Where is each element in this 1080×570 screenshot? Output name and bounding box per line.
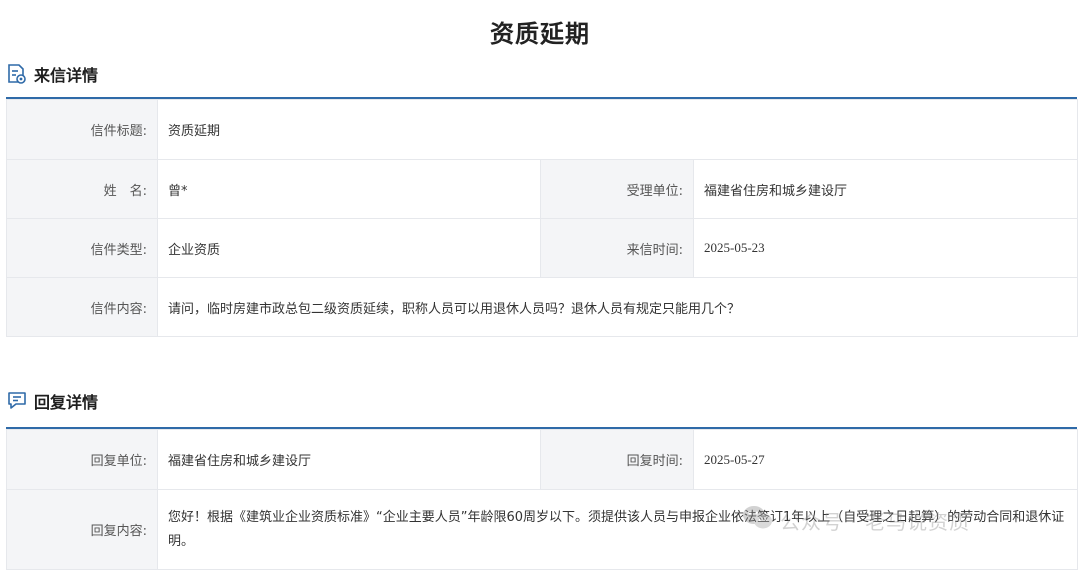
letter-section-header: 来信详情 [6,62,98,86]
letter-section-title: 来信详情 [34,66,99,85]
table-row: 信件标题: 资质延期 [6,99,1079,160]
letter-content-value: 请问，临时房建市政总包二级资质延续，职称人员可以用退休人员吗？退休人员有规定只能… [156,277,1079,337]
reply-content-label: 回复内容: [6,489,158,570]
reply-section-header: 回复详情 [6,389,98,413]
chat-bubble-icon [6,390,28,412]
reply-time-label: 回复时间: [540,429,694,490]
letter-content-label: 信件内容: [6,277,158,337]
reply-unit-value: 福建省住房和城乡建设厅 [157,429,541,490]
handling-unit-value: 福建省住房和城乡建设厅 [692,159,1079,219]
table-row: 姓 名: 曾* 受理单位: 福建省住房和城乡建设厅 [6,159,1079,219]
document-eye-icon [6,63,28,85]
letter-title-value: 资质延期 [156,99,1079,160]
reply-unit-label: 回复单位: [6,429,158,490]
page-title: 资质延期 [490,20,590,48]
sender-name-label: 姓 名: [6,159,158,219]
table-row: 回复单位: 福建省住房和城乡建设厅 回复时间: 2025-05-27 [6,429,1078,490]
reply-time-value: 2025-05-27 [693,429,1078,490]
handling-unit-label: 受理单位: [540,159,694,219]
letter-time-label: 来信时间: [540,218,694,278]
letter-details-table: 信件标题: 资质延期 姓 名: 曾* 受理单位: 福建省住房和城乡建设厅 信件类… [6,99,1079,337]
sender-name-value: 曾* [157,159,541,219]
reply-section-title: 回复详情 [34,393,99,412]
letter-time-value: 2025-05-23 [692,218,1079,278]
reply-details-table: 回复单位: 福建省住房和城乡建设厅 回复时间: 2025-05-27 回复内容:… [6,429,1078,570]
table-row: 信件类型: 企业资质 来信时间: 2025-05-23 [6,218,1079,278]
letter-type-label: 信件类型: [6,218,158,278]
table-row: 回复内容: 您好！根据《建筑业企业资质标准》“企业主要人员”年龄限60周岁以下。… [6,489,1078,570]
letter-title-label: 信件标题: [6,99,158,160]
letter-type-value: 企业资质 [157,218,541,278]
reply-content-value: 您好！根据《建筑业企业资质标准》“企业主要人员”年龄限60周岁以下。须提供该人员… [157,489,1078,570]
table-row: 信件内容: 请问，临时房建市政总包二级资质延续，职称人员可以用退休人员吗？退休人… [6,277,1079,337]
